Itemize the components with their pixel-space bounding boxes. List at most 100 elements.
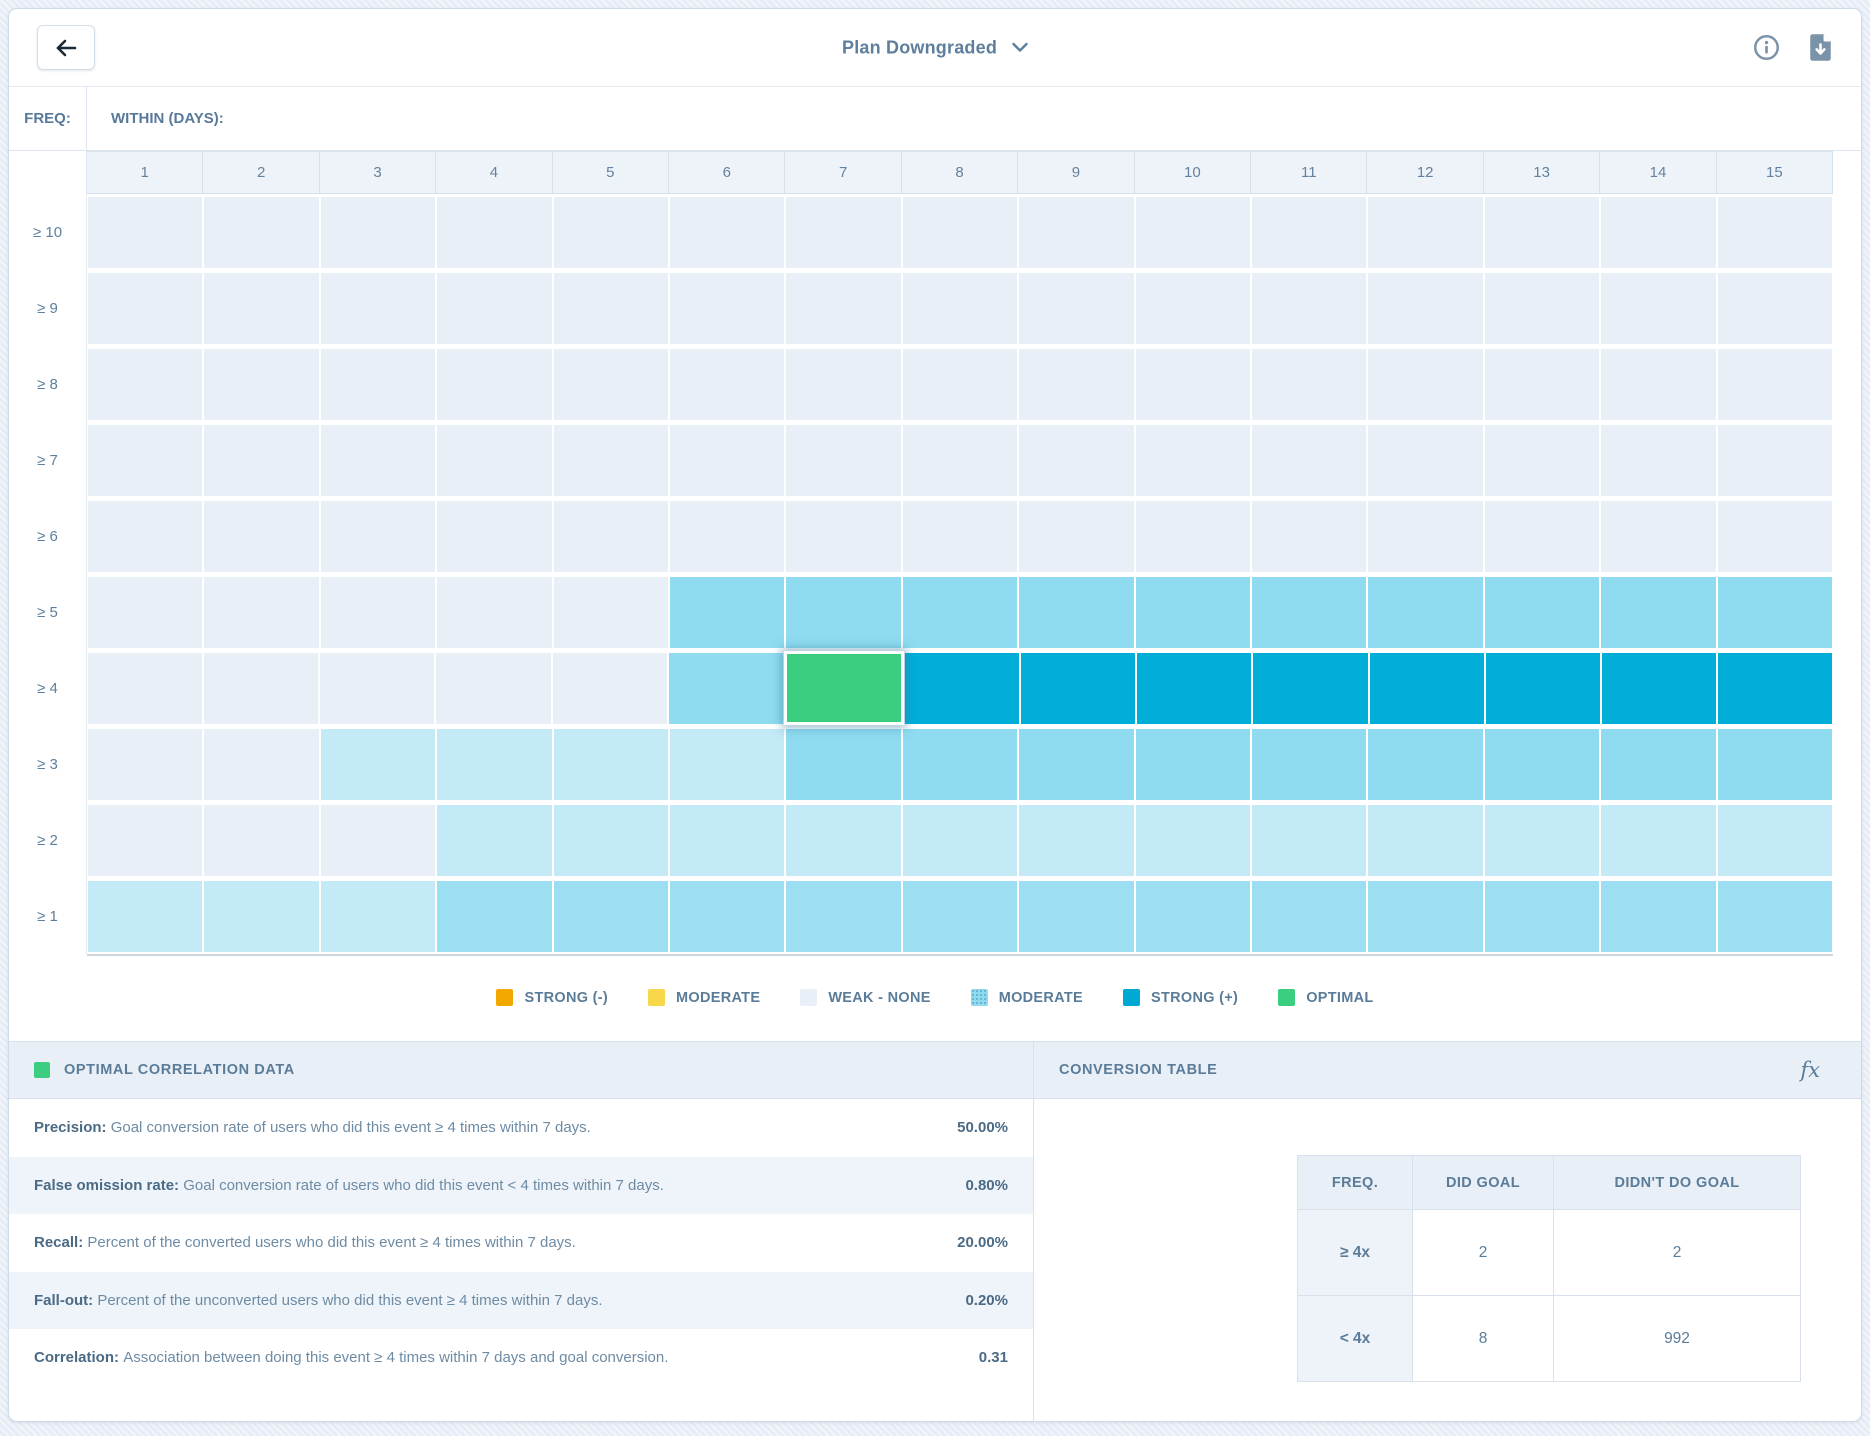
heatmap-cell[interactable] (553, 653, 667, 724)
heatmap-cell[interactable] (554, 805, 668, 876)
heatmap-cell[interactable] (1019, 729, 1133, 800)
heatmap-cell[interactable] (437, 273, 551, 344)
heatmap-cell[interactable] (204, 501, 318, 572)
heatmap-cell[interactable] (88, 577, 202, 648)
heatmap-cell[interactable] (437, 501, 551, 572)
heatmap-cell[interactable] (1718, 425, 1832, 496)
heatmap-cell[interactable] (554, 197, 668, 268)
heatmap-cell[interactable] (670, 577, 784, 648)
heatmap-cell[interactable] (321, 197, 435, 268)
heatmap-cell[interactable] (903, 501, 1017, 572)
heatmap-cell[interactable] (670, 729, 784, 800)
heatmap-cell[interactable] (88, 273, 202, 344)
heatmap-cell[interactable] (1601, 577, 1715, 648)
heatmap-cell[interactable] (437, 425, 551, 496)
heatmap-cell[interactable] (1601, 425, 1715, 496)
heatmap-cell[interactable] (1485, 577, 1599, 648)
heatmap-cell[interactable] (1136, 197, 1250, 268)
formula-fx-icon[interactable]: fx (1800, 1058, 1836, 1082)
heatmap-cell[interactable] (321, 729, 435, 800)
heatmap-cell[interactable] (786, 881, 900, 952)
heatmap-cell[interactable] (1486, 653, 1600, 724)
heatmap-cell[interactable] (1136, 425, 1250, 496)
heatmap-cell[interactable] (1019, 577, 1133, 648)
heatmap-cell[interactable] (88, 425, 202, 496)
back-button[interactable] (37, 25, 95, 70)
heatmap-cell[interactable] (1368, 349, 1482, 420)
heatmap-cell[interactable] (1368, 501, 1482, 572)
heatmap-cell[interactable] (554, 881, 668, 952)
heatmap-cell[interactable] (321, 349, 435, 420)
heatmap-cell[interactable] (204, 273, 318, 344)
heatmap-cell[interactable] (88, 805, 202, 876)
heatmap-cell[interactable] (1019, 805, 1133, 876)
heatmap-cell[interactable] (437, 197, 551, 268)
heatmap-cell[interactable] (88, 653, 202, 724)
heatmap-cell[interactable] (1019, 197, 1133, 268)
heatmap-cell[interactable] (1601, 197, 1715, 268)
heatmap-cell[interactable] (1019, 349, 1133, 420)
heatmap-cell[interactable] (903, 577, 1017, 648)
heatmap-cell[interactable] (437, 577, 551, 648)
heatmap-cell[interactable] (554, 729, 668, 800)
heatmap-cell[interactable] (554, 273, 668, 344)
heatmap-cell[interactable] (1601, 501, 1715, 572)
heatmap-cell[interactable] (1718, 729, 1832, 800)
heatmap-cell[interactable] (1601, 349, 1715, 420)
heatmap-cell[interactable] (437, 729, 551, 800)
heatmap-cell[interactable] (1019, 881, 1133, 952)
heatmap-cell[interactable] (1485, 349, 1599, 420)
heatmap-cell[interactable] (554, 425, 668, 496)
heatmap-cell[interactable] (786, 577, 900, 648)
heatmap-cell[interactable] (1601, 729, 1715, 800)
heatmap-cell[interactable] (1718, 197, 1832, 268)
heatmap-cell[interactable] (436, 653, 550, 724)
heatmap-cell[interactable] (1252, 273, 1366, 344)
heatmap-cell[interactable] (905, 653, 1019, 724)
heatmap-cell[interactable] (1485, 273, 1599, 344)
heatmap-cell[interactable] (321, 501, 435, 572)
heatmap-cell[interactable] (1601, 881, 1715, 952)
heatmap-cell[interactable] (1136, 577, 1250, 648)
heatmap-cell[interactable] (1485, 729, 1599, 800)
heatmap-cell[interactable] (1485, 197, 1599, 268)
heatmap-cell[interactable] (88, 349, 202, 420)
heatmap-cell[interactable] (1601, 273, 1715, 344)
heatmap-cell[interactable] (321, 881, 435, 952)
heatmap-cell[interactable] (670, 197, 784, 268)
heatmap-cell[interactable] (1368, 425, 1482, 496)
heatmap-cell[interactable] (321, 273, 435, 344)
heatmap-cell[interactable] (1718, 881, 1832, 952)
heatmap-cell[interactable] (786, 805, 900, 876)
heatmap-cell[interactable] (1252, 805, 1366, 876)
heatmap-cell[interactable] (1137, 653, 1251, 724)
heatmap-cell[interactable] (1485, 881, 1599, 952)
heatmap-cell[interactable] (1368, 805, 1482, 876)
heatmap-cell[interactable] (88, 729, 202, 800)
heatmap-cell[interactable] (1718, 501, 1832, 572)
heatmap-cell[interactable] (321, 805, 435, 876)
heatmap-cell[interactable] (1252, 501, 1366, 572)
heatmap-cell[interactable] (1252, 577, 1366, 648)
heatmap-cell[interactable] (670, 501, 784, 572)
heatmap-cell[interactable] (321, 425, 435, 496)
heatmap-cell[interactable] (1485, 425, 1599, 496)
heatmap-cell[interactable] (204, 197, 318, 268)
heatmap-cell[interactable] (1601, 805, 1715, 876)
heatmap-cell[interactable] (204, 881, 318, 952)
heatmap-cell[interactable] (903, 273, 1017, 344)
heatmap-cell[interactable] (1136, 501, 1250, 572)
heatmap-cell[interactable] (204, 425, 318, 496)
heatmap-cell[interactable] (1019, 501, 1133, 572)
heatmap-cell[interactable] (786, 197, 900, 268)
heatmap-cell[interactable] (903, 805, 1017, 876)
heatmap-cell[interactable] (1136, 881, 1250, 952)
heatmap-cell[interactable] (88, 501, 202, 572)
heatmap-cell[interactable] (554, 349, 668, 420)
heatmap-cell[interactable] (1252, 349, 1366, 420)
heatmap-cell[interactable] (1021, 653, 1135, 724)
heatmap-cell[interactable] (786, 349, 900, 420)
heatmap-cell[interactable] (1718, 805, 1832, 876)
heatmap-cell[interactable] (88, 197, 202, 268)
heatmap-cell[interactable] (670, 349, 784, 420)
